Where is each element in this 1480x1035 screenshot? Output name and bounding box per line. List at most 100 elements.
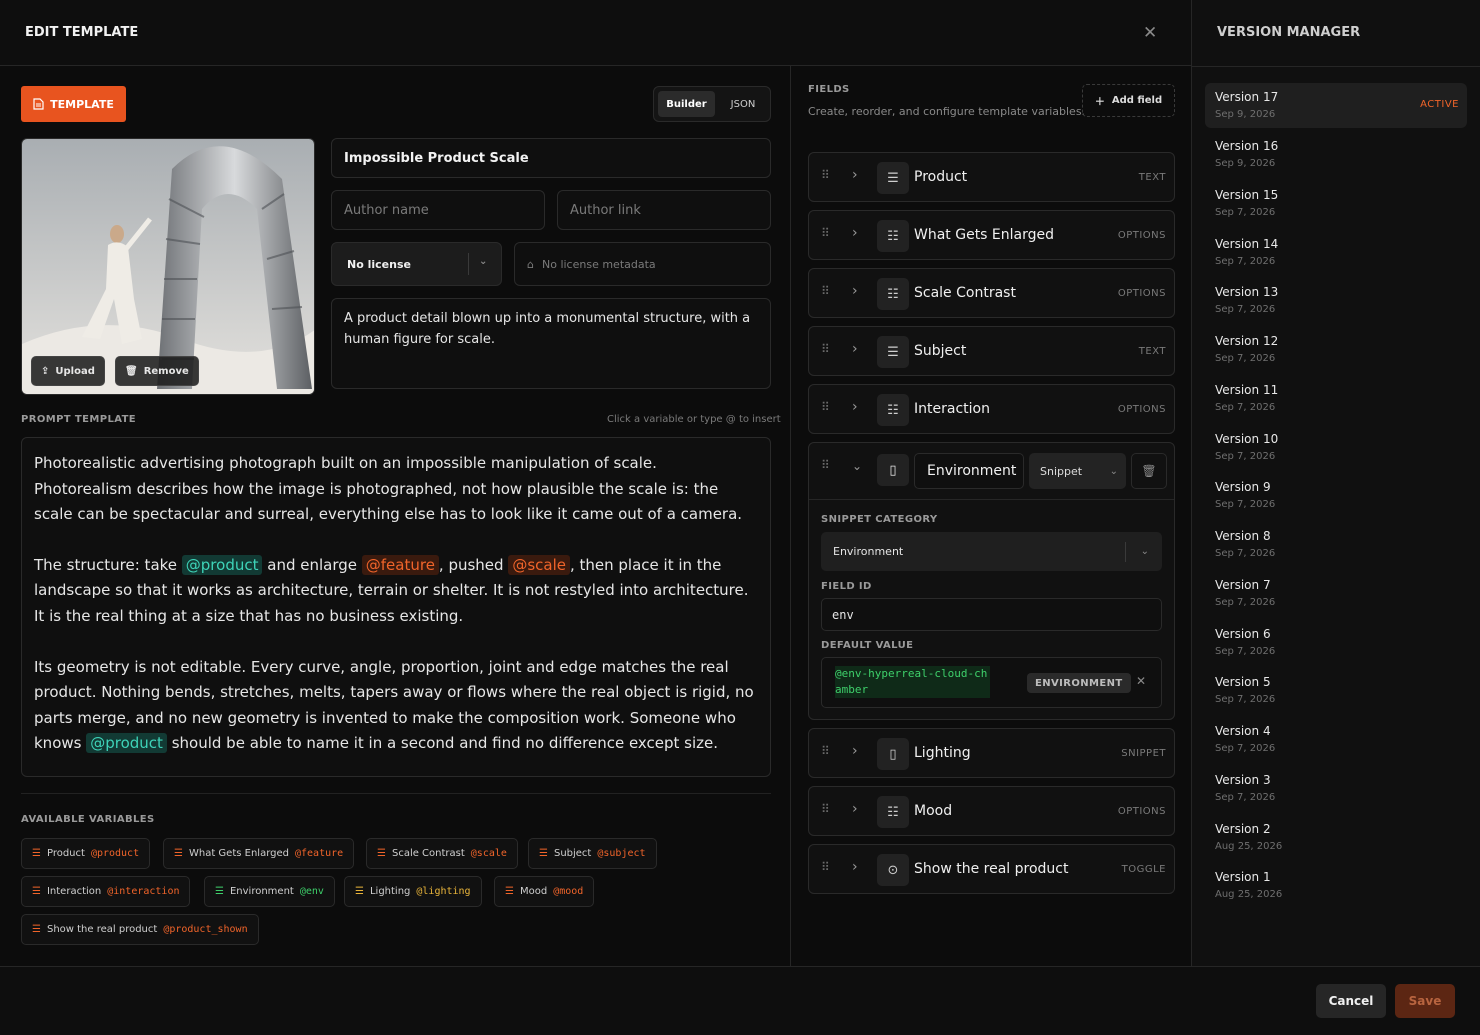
version-item[interactable]: Version 10 Sep 7, 2026: [1205, 425, 1467, 470]
description-textarea[interactable]: A product detail blown up into a monumen…: [331, 298, 771, 389]
drag-handle-icon[interactable]: ⠿: [821, 284, 830, 298]
version-item[interactable]: Version 16 Sep 9, 2026: [1205, 132, 1467, 177]
snippet-category-value: Environment: [833, 545, 904, 558]
active-badge: ACTIVE: [1420, 99, 1459, 110]
field-row[interactable]: ⠿ › ☰ Subject TEXT: [808, 326, 1175, 376]
version-item[interactable]: Version 3 Sep 7, 2026: [1205, 766, 1467, 811]
version-item[interactable]: Version 17 Sep 9, 2026 ACTIVE: [1205, 83, 1467, 128]
template-button[interactable]: TEMPLATE: [21, 86, 126, 122]
field-row[interactable]: ⠿ › ☷ What Gets Enlarged OPTIONS: [808, 210, 1175, 260]
field-id-input[interactable]: env: [821, 598, 1162, 631]
drag-handle-icon[interactable]: ⠿: [821, 860, 830, 874]
version-item[interactable]: Version 15 Sep 7, 2026: [1205, 181, 1467, 226]
chevron-down-icon[interactable]: ⌄: [852, 459, 862, 473]
field-environment-expanded: ⠿ ⌄ ▯ Environment Snippet ⌄ 🗑 SNIPPET CAT…: [808, 442, 1175, 720]
version-item[interactable]: Version 2 Aug 25, 2026: [1205, 815, 1467, 860]
variable-name: Interaction: [46, 886, 102, 897]
version-item[interactable]: Version 14 Sep 7, 2026: [1205, 230, 1467, 275]
version-item[interactable]: Version 4 Sep 7, 2026: [1205, 717, 1467, 762]
field-row[interactable]: ⠿ › ▯ Lighting SNIPPET: [808, 728, 1175, 778]
default-value-input[interactable]: @env-hyperreal-cloud-chamber ENVIRONMENT…: [821, 657, 1162, 708]
title-input[interactable]: Impossible Product Scale: [331, 138, 771, 178]
version-item[interactable]: Version 6 Sep 7, 2026: [1205, 620, 1467, 665]
drag-handle-icon[interactable]: ⠿: [821, 400, 830, 414]
chevron-right-icon[interactable]: ›: [852, 801, 858, 817]
variable-chip[interactable]: ☰ Show the real product @product_shown: [21, 914, 259, 945]
close-icon[interactable]: ✕: [1143, 23, 1157, 43]
prompt-editor[interactable]: Photorealistic advertising photograph bu…: [21, 437, 771, 777]
license-select[interactable]: No license ⌄: [331, 242, 502, 286]
variable-icon: ☰: [377, 848, 386, 859]
variable-token-product[interactable]: @product: [181, 554, 263, 575]
chevron-right-icon[interactable]: ›: [852, 167, 858, 183]
field-row[interactable]: ⠿ › ☷ Mood OPTIONS: [808, 786, 1175, 836]
add-field-button[interactable]: ＋ Add field: [1082, 84, 1175, 117]
version-item[interactable]: Version 7 Sep 7, 2026: [1205, 571, 1467, 616]
file-icon: [33, 98, 44, 110]
field-row[interactable]: ⠿ › ☷ Interaction OPTIONS: [808, 384, 1175, 434]
drag-handle-icon[interactable]: ⠿: [821, 168, 830, 182]
clear-icon[interactable]: ✕: [1136, 674, 1146, 688]
version-item[interactable]: Version 12 Sep 7, 2026: [1205, 327, 1467, 372]
drag-handle-icon[interactable]: ⠿: [821, 458, 830, 472]
variable-token-scale[interactable]: @scale: [508, 554, 570, 575]
field-row[interactable]: ⠿ › ☰ Product TEXT: [808, 152, 1175, 202]
chevron-right-icon[interactable]: ›: [852, 283, 858, 299]
variable-icon: ☰: [505, 886, 514, 897]
variable-name: What Gets Enlarged: [188, 848, 289, 859]
version-item[interactable]: Version 1 Aug 25, 2026: [1205, 863, 1467, 908]
drag-handle-icon[interactable]: ⠿: [821, 744, 830, 758]
version-item[interactable]: Version 9 Sep 7, 2026: [1205, 473, 1467, 518]
version-item[interactable]: Version 11 Sep 7, 2026: [1205, 376, 1467, 421]
upload-button[interactable]: ⇪ Upload: [31, 356, 105, 386]
drag-handle-icon[interactable]: ⠿: [821, 226, 830, 240]
variable-chip[interactable]: ☰ Subject @subject: [528, 838, 657, 869]
version-item[interactable]: Version 5 Sep 7, 2026: [1205, 668, 1467, 713]
tab-json[interactable]: JSON: [718, 91, 768, 117]
variable-tag: @scale: [470, 848, 507, 859]
version-item[interactable]: Version 8 Sep 7, 2026: [1205, 522, 1467, 567]
variable-icon: ☰: [174, 848, 183, 859]
license-metadata-input[interactable]: ⌂ No license metadata: [514, 242, 771, 286]
variable-chip[interactable]: ☰ Product @product: [21, 838, 151, 869]
cancel-button[interactable]: Cancel: [1316, 984, 1386, 1018]
tab-builder[interactable]: Builder: [658, 91, 715, 117]
dialog-footer: [0, 966, 1480, 1035]
chevron-right-icon[interactable]: ›: [852, 341, 858, 357]
version-date: Sep 7, 2026: [1215, 256, 1276, 267]
version-date: Sep 7, 2026: [1215, 451, 1276, 462]
author-link-input[interactable]: Author link: [557, 190, 771, 230]
variable-chip[interactable]: ☰ Lighting @lighting: [344, 876, 482, 907]
variable-chip[interactable]: ☰ Interaction @interaction: [21, 876, 191, 907]
variable-chip[interactable]: ☰ What Gets Enlarged @feature: [163, 838, 355, 869]
chevron-right-icon[interactable]: ›: [852, 743, 858, 759]
drag-handle-icon[interactable]: ⠿: [821, 802, 830, 816]
version-name: Version 16: [1215, 139, 1279, 153]
field-row[interactable]: ⠿ › ⊙ Show the real product TOGGLE: [808, 844, 1175, 894]
snippet-category-select[interactable]: Environment ⌄: [821, 532, 1162, 571]
variable-chip[interactable]: ☰ Mood @mood: [494, 876, 595, 907]
save-button[interactable]: Save: [1395, 984, 1455, 1018]
license-value: No license: [347, 257, 411, 271]
remove-button[interactable]: 🗑 Remove: [115, 356, 199, 386]
version-date: Sep 7, 2026: [1215, 304, 1276, 315]
author-name-input[interactable]: Author name: [331, 190, 545, 230]
variable-token-feature[interactable]: @feature: [361, 554, 439, 575]
variable-token-product[interactable]: @product: [86, 733, 167, 754]
variable-chip[interactable]: ☰ Scale Contrast @scale: [366, 838, 518, 869]
field-type-select[interactable]: Snippet ⌄: [1029, 453, 1126, 489]
mode-toggle: Builder JSON: [653, 86, 771, 122]
delete-field-button[interactable]: 🗑: [1131, 453, 1167, 489]
clipboard-icon: ▯: [877, 738, 909, 770]
chevron-right-icon[interactable]: ›: [852, 225, 858, 241]
version-item[interactable]: Version 13 Sep 7, 2026: [1205, 278, 1467, 323]
drag-handle-icon[interactable]: ⠿: [821, 342, 830, 356]
version-name: Version 4: [1215, 724, 1271, 738]
field-row[interactable]: ⠿ › ☷ Scale Contrast OPTIONS: [808, 268, 1175, 318]
variable-chip[interactable]: ☰ Environment @env: [204, 876, 335, 907]
field-name: Subject: [914, 343, 967, 359]
chevron-right-icon[interactable]: ›: [852, 859, 858, 875]
chevron-right-icon[interactable]: ›: [852, 399, 858, 415]
field-name-input[interactable]: Environment: [914, 453, 1024, 489]
variable-name: Mood: [519, 886, 548, 897]
